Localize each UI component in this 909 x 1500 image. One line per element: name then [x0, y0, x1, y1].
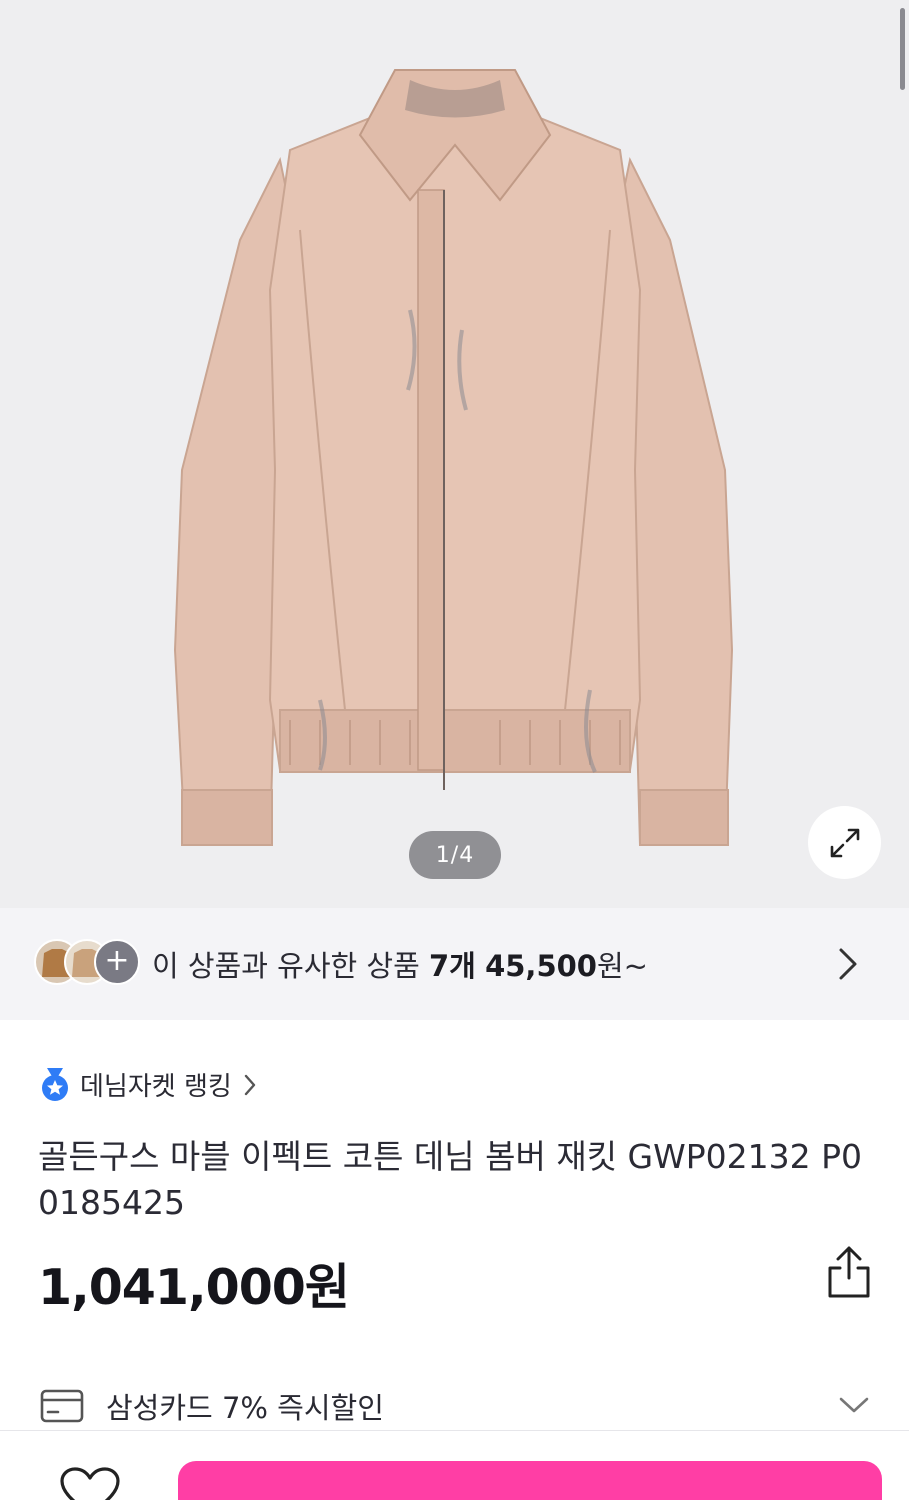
category-ranking-link[interactable]: 데님자켓 랭킹 — [40, 1066, 256, 1103]
similar-suffix: 원~ — [597, 949, 648, 983]
similar-prefix: 이 상품과 유사한 상품 — [152, 949, 420, 983]
bottom-action-bar — [0, 1430, 909, 1500]
product-price: 1,041,000원 — [38, 1259, 350, 1316]
share-icon[interactable] — [824, 1244, 874, 1300]
expand-image-button[interactable] — [808, 806, 881, 879]
image-page-indicator: 1/4 — [409, 831, 501, 879]
product-title: 골든구스 마블 이펙트 코튼 데님 봄버 재킷 GWP02132 P0 0185… — [38, 1137, 863, 1222]
heart-icon[interactable] — [58, 1467, 122, 1500]
similar-thumbnails: + — [34, 939, 144, 989]
credit-card-icon — [40, 1389, 84, 1423]
chevron-right-icon[interactable] — [837, 946, 859, 982]
card-discount-row[interactable]: 삼성카드 7% 즉시할인 — [40, 1384, 870, 1428]
product-image-gallery[interactable]: 1/4 — [0, 0, 909, 908]
similar-price: 45,500 — [485, 949, 597, 983]
chevron-right-icon — [244, 1074, 255, 1095]
ranking-label: 데님자켓 랭킹 — [80, 1072, 232, 1102]
card-discount-label: 삼성카드 7% 즉시할인 — [106, 1391, 384, 1425]
plus-icon: + — [94, 939, 140, 985]
medal-icon — [42, 1067, 68, 1101]
buy-button[interactable] — [178, 1461, 882, 1500]
similar-products-banner[interactable]: + 이 상품과 유사한 상품 7개 45,500원~ — [0, 908, 909, 1020]
product-image[interactable] — [170, 50, 740, 870]
scrollbar[interactable] — [900, 8, 905, 90]
similar-count: 7개 — [429, 949, 476, 983]
similar-products-text: 이 상품과 유사한 상품 7개 45,500원~ — [152, 943, 648, 985]
chevron-down-icon[interactable] — [838, 1396, 870, 1414]
expand-arrows-icon — [830, 828, 859, 857]
